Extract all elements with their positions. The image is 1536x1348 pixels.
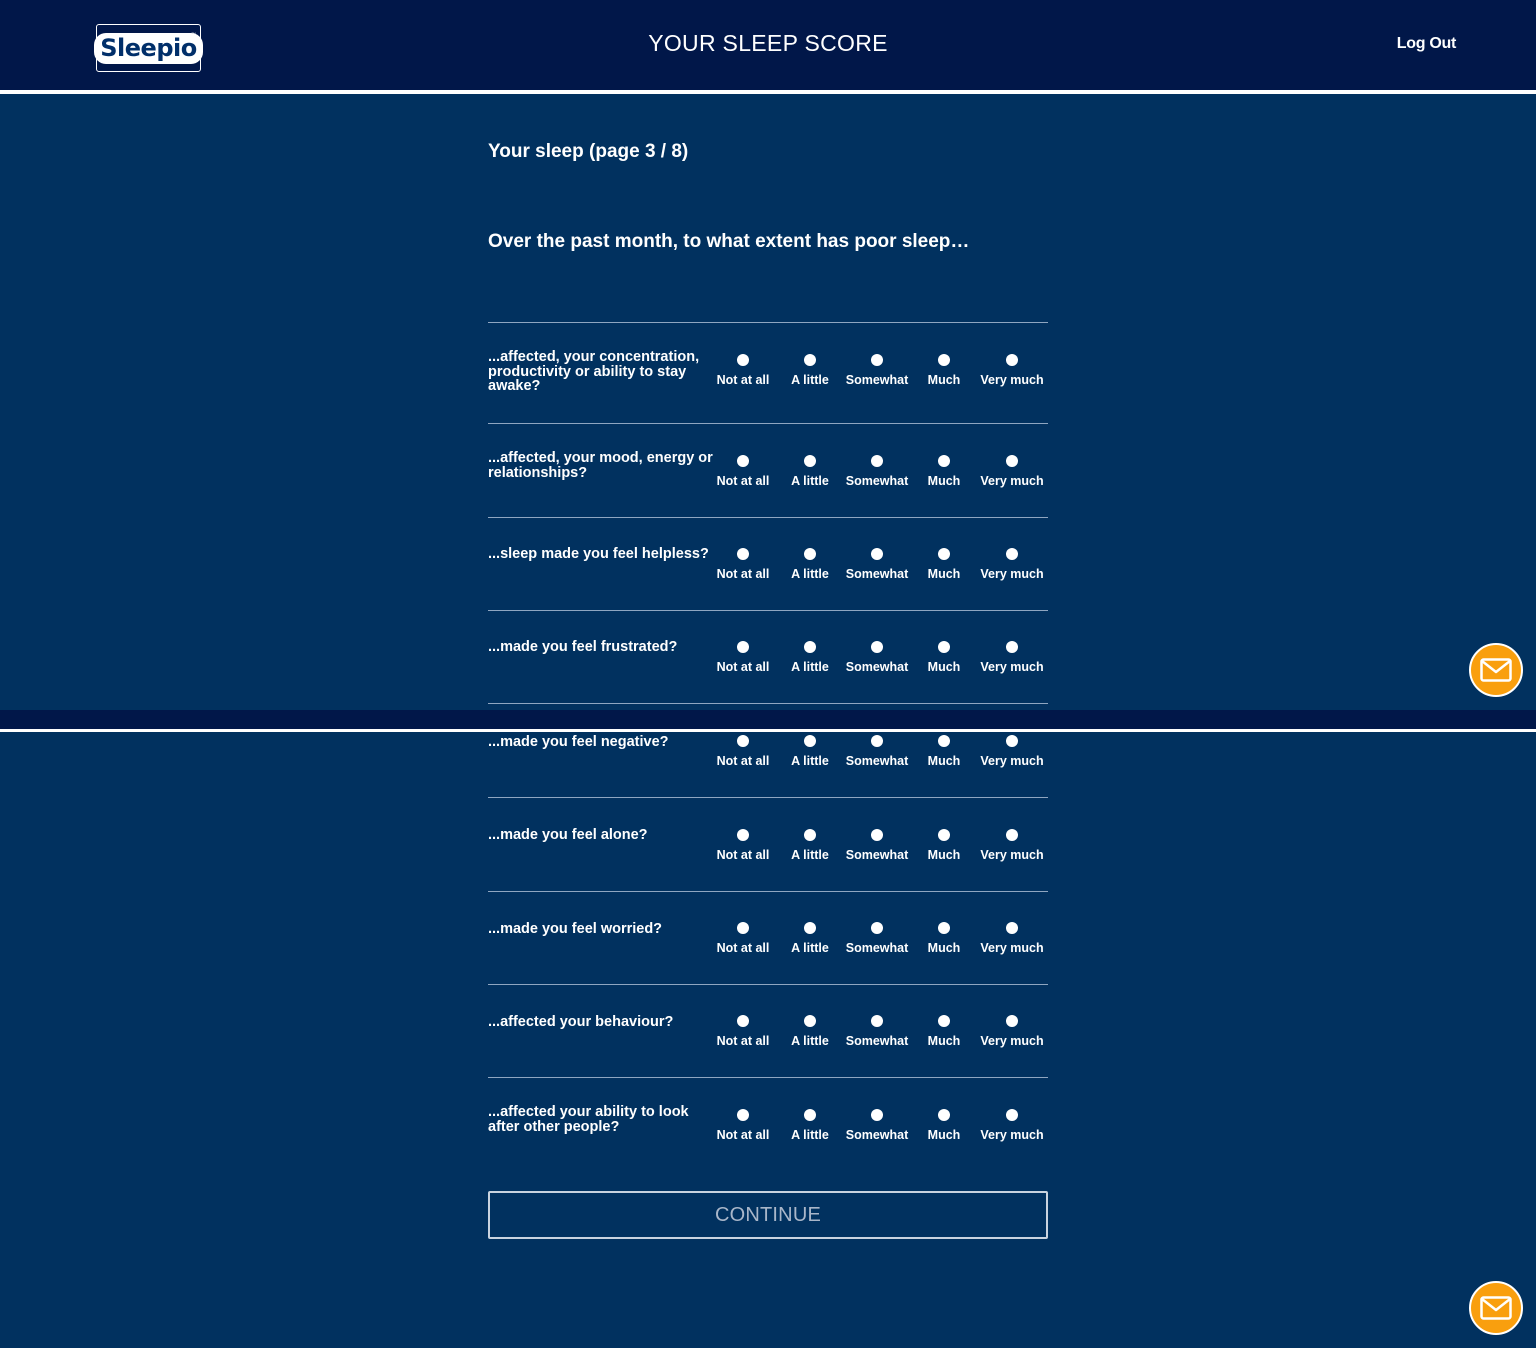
radio-button[interactable]	[737, 354, 749, 366]
question-label: ...affected your ability to look after o…	[488, 1104, 689, 1135]
radio-button[interactable]	[871, 354, 883, 366]
sticky-header-divider	[0, 729, 1536, 732]
radio-button[interactable]	[737, 922, 749, 934]
radio-button[interactable]	[938, 548, 950, 560]
question-label: ...affected, your concentration, product…	[488, 349, 700, 394]
question-label: ...made you feel negative?	[488, 734, 669, 750]
radio-button[interactable]	[871, 1015, 883, 1027]
question-divider	[488, 1077, 1048, 1078]
radio-button[interactable]	[871, 455, 883, 467]
page: Sleepio ™ YOUR SLEEP SCORE Log Out Your …	[0, 0, 1536, 1348]
question-label: ...made you feel alone?	[488, 827, 648, 843]
contact-button[interactable]	[1469, 643, 1523, 697]
question-divider	[488, 984, 1048, 985]
logout-link[interactable]: Log Out	[1397, 35, 1457, 53]
radio-button[interactable]	[938, 1109, 950, 1121]
radio-button[interactable]	[938, 455, 950, 467]
radio-button[interactable]	[737, 1109, 749, 1121]
option-label: Very much	[980, 1128, 1044, 1142]
radio-button[interactable]	[1006, 455, 1018, 467]
question-divider	[488, 322, 1048, 323]
answer-option[interactable]: Very much	[972, 922, 1052, 955]
top-header: Sleepio ™ YOUR SLEEP SCORE Log Out	[0, 0, 1536, 90]
radio-button[interactable]	[737, 829, 749, 841]
answer-option[interactable]: Very much	[972, 735, 1052, 768]
radio-button[interactable]	[938, 1015, 950, 1027]
question-divider	[488, 517, 1048, 518]
question-label: ...sleep made you feel helpless?	[488, 546, 709, 562]
radio-button[interactable]	[737, 455, 749, 467]
radio-button[interactable]	[737, 641, 749, 653]
option-label: Very much	[980, 373, 1044, 387]
radio-button[interactable]	[938, 354, 950, 366]
radio-button[interactable]	[938, 735, 950, 747]
radio-button[interactable]	[1006, 354, 1018, 366]
radio-button[interactable]	[804, 354, 816, 366]
radio-button[interactable]	[804, 455, 816, 467]
radio-button[interactable]	[804, 548, 816, 560]
radio-button[interactable]	[1006, 829, 1018, 841]
option-label: Very much	[980, 567, 1044, 581]
option-label: Very much	[980, 660, 1044, 674]
radio-button[interactable]	[1006, 641, 1018, 653]
question-divider	[488, 891, 1048, 892]
continue-button[interactable]: CONTINUE	[488, 1191, 1048, 1239]
radio-button[interactable]	[871, 735, 883, 747]
radio-button[interactable]	[1006, 548, 1018, 560]
radio-button[interactable]	[804, 922, 816, 934]
answer-option[interactable]: Very much	[972, 1015, 1052, 1048]
radio-button[interactable]	[1006, 922, 1018, 934]
mail-icon	[1480, 658, 1512, 682]
contact-button-bottom[interactable]	[1469, 1281, 1523, 1335]
radio-button[interactable]	[871, 922, 883, 934]
radio-button[interactable]	[938, 922, 950, 934]
radio-button[interactable]	[737, 1015, 749, 1027]
question-divider	[488, 610, 1048, 611]
radio-button[interactable]	[871, 641, 883, 653]
question-intro: Over the past month, to what extent has …	[488, 231, 970, 252]
radio-button[interactable]	[804, 829, 816, 841]
radio-button[interactable]	[737, 548, 749, 560]
answer-option[interactable]: Very much	[972, 829, 1052, 862]
question-divider	[488, 797, 1048, 798]
question-label: ...affected your behaviour?	[488, 1014, 674, 1030]
answer-option[interactable]: Very much	[972, 548, 1052, 581]
option-label: Very much	[980, 848, 1044, 862]
question-label: ...made you feel frustrated?	[488, 639, 678, 655]
question-divider	[488, 423, 1048, 424]
header-divider	[0, 90, 1536, 94]
page-title: Your sleep (page 3 / 8)	[488, 141, 689, 162]
mail-icon	[1480, 1296, 1512, 1320]
answer-option[interactable]: Very much	[972, 354, 1052, 387]
radio-button[interactable]	[804, 641, 816, 653]
radio-button[interactable]	[737, 735, 749, 747]
option-label: Very much	[980, 1034, 1044, 1048]
answer-option[interactable]: Very much	[972, 1109, 1052, 1142]
sticky-header-band	[0, 710, 1536, 729]
radio-button[interactable]	[938, 829, 950, 841]
radio-button[interactable]	[804, 1109, 816, 1121]
radio-button[interactable]	[1006, 1109, 1018, 1121]
radio-button[interactable]	[804, 1015, 816, 1027]
radio-button[interactable]	[1006, 1015, 1018, 1027]
question-divider	[488, 703, 1048, 704]
radio-button[interactable]	[871, 1109, 883, 1121]
question-label: ...made you feel worried?	[488, 921, 663, 937]
header-title: YOUR SLEEP SCORE	[648, 30, 888, 56]
radio-button[interactable]	[871, 548, 883, 560]
answer-option[interactable]: Very much	[972, 455, 1052, 488]
option-label: Very much	[980, 941, 1044, 955]
radio-button[interactable]	[938, 641, 950, 653]
option-label: Very much	[980, 754, 1044, 768]
option-label: Very much	[980, 474, 1044, 488]
question-label: ...affected, your mood, energy or relati…	[488, 450, 713, 481]
radio-button[interactable]	[871, 829, 883, 841]
answer-option[interactable]: Very much	[972, 641, 1052, 674]
radio-button[interactable]	[804, 735, 816, 747]
radio-button[interactable]	[1006, 735, 1018, 747]
